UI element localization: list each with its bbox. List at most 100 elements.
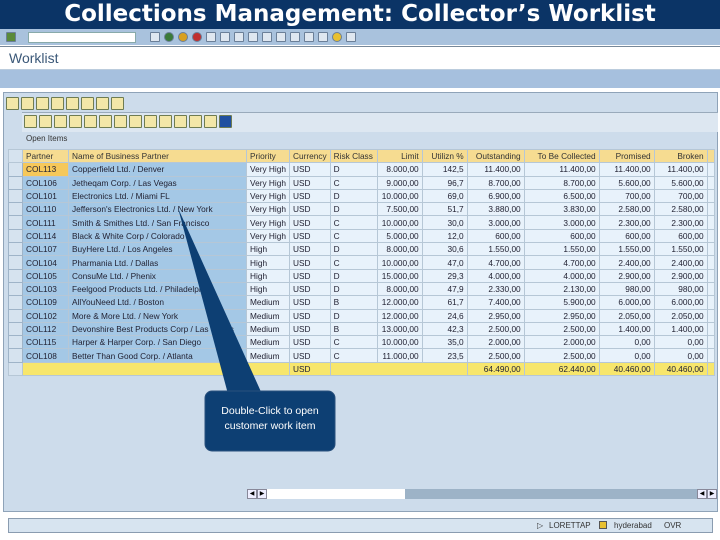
table-cell[interactable]: 2.400,00	[653, 255, 708, 270]
table-cell[interactable]: 10.000,00	[376, 255, 423, 270]
table-cell[interactable]: 1.550,00	[598, 242, 655, 257]
details-icon[interactable]	[36, 97, 49, 110]
table-cell[interactable]: 2.500,00	[466, 348, 525, 363]
command-field[interactable]	[28, 31, 136, 43]
table-cell[interactable]: D	[329, 202, 378, 217]
table-cell[interactable]: 2.000,00	[523, 335, 600, 350]
table-cell[interactable]: 0,00	[598, 335, 655, 350]
table-cell[interactable]: 5.000,00	[376, 228, 423, 244]
graphic-icon[interactable]	[204, 115, 217, 128]
table-cell[interactable]: COL104	[22, 255, 69, 270]
table-cell[interactable]: 1.400,00	[653, 321, 708, 337]
table-cell[interactable]: 2.900,00	[598, 268, 655, 283]
find-icon[interactable]	[220, 32, 230, 42]
table-row[interactable]: COL102 More & More Ltd. / New York Medium U…	[8, 308, 715, 323]
table-cell[interactable]: USD	[289, 348, 331, 363]
column-header[interactable]: Name of Business Partner	[68, 148, 247, 164]
table-cell[interactable]: 2.500,00	[523, 321, 600, 337]
table-cell[interactable]: 2.400,00	[598, 255, 655, 270]
table-cell[interactable]: 8.000,00	[376, 242, 423, 257]
session-icon[interactable]	[599, 521, 607, 529]
table-cell[interactable]: 2.500,00	[523, 348, 600, 363]
table-cell[interactable]: 8.700,00	[466, 175, 525, 190]
table-cell[interactable]: 12.000,00	[376, 308, 423, 323]
table-cell[interactable]: C	[329, 348, 378, 363]
table-cell[interactable]: COL105	[22, 268, 69, 283]
table-cell[interactable]: 11.400,00	[466, 162, 525, 177]
doc-icon[interactable]	[96, 97, 109, 110]
table-cell[interactable]: 11.000,00	[376, 348, 423, 363]
table-cell[interactable]: Medium	[246, 308, 290, 323]
table-cell[interactable]: COL103	[22, 281, 69, 297]
table-cell[interactable]: 69,0	[421, 188, 468, 204]
table-cell[interactable]: 61,7	[421, 295, 468, 310]
print-icon[interactable]	[206, 32, 216, 42]
views-icon[interactable]	[159, 115, 172, 128]
table-cell[interactable]: 980,00	[653, 281, 708, 297]
table-cell[interactable]: 8.000,00	[376, 281, 423, 297]
table-cell[interactable]: USD	[289, 281, 331, 297]
table-cell[interactable]: USD	[289, 162, 331, 177]
table-cell[interactable]: High	[246, 268, 290, 283]
table-cell[interactable]: 2.300,00	[653, 215, 708, 230]
table-cell[interactable]: COL114	[22, 228, 69, 244]
table-cell[interactable]: 5.600,00	[653, 175, 708, 190]
table-cell[interactable]: 5.600,00	[598, 175, 655, 190]
table-cell[interactable]: USD	[289, 242, 331, 257]
column-header[interactable]: To Be Collected	[523, 148, 600, 164]
table-cell[interactable]: Black & White Corp / Colorado	[68, 228, 247, 244]
table-cell[interactable]: 23,5	[421, 348, 468, 363]
table-cell[interactable]: D	[329, 281, 378, 297]
table-cell[interactable]: Copperfield Ltd. / Denver	[68, 162, 247, 177]
table-cell[interactable]: 1.550,00	[466, 242, 525, 257]
scroll-right-icon[interactable]: ▶	[257, 489, 267, 499]
row-selector[interactable]	[8, 215, 23, 230]
table-cell[interactable]: Medium	[246, 295, 290, 310]
table-cell[interactable]: USD	[289, 255, 331, 270]
cancel-icon[interactable]	[192, 32, 202, 42]
table-cell[interactable]: D	[329, 188, 378, 204]
table-cell[interactable]: USD	[289, 215, 331, 230]
table-cell[interactable]: COL111	[22, 215, 69, 230]
column-header[interactable]: Promised	[598, 148, 655, 164]
row-selector[interactable]	[8, 348, 23, 363]
table-cell[interactable]: 3.830,00	[523, 202, 600, 217]
table-cell[interactable]: 4.000,00	[466, 268, 525, 283]
scroll-left-icon[interactable]: ◀	[247, 489, 257, 499]
prev-page-icon[interactable]	[262, 32, 272, 42]
print-icon[interactable]	[21, 97, 34, 110]
table-cell[interactable]: USD	[289, 321, 331, 337]
table-cell[interactable]: C	[329, 175, 378, 190]
layout-icon[interactable]	[51, 97, 64, 110]
table-cell[interactable]: 6.000,00	[598, 295, 655, 310]
new-session-icon[interactable]	[304, 32, 314, 42]
table-row[interactable]: COL110 Jefferson's Electronics Ltd. / New…	[8, 202, 715, 217]
table-cell[interactable]: 11.400,00	[598, 162, 655, 177]
table-cell[interactable]: USD	[289, 202, 331, 217]
table-cell[interactable]: 10.000,00	[376, 215, 423, 230]
row-selector[interactable]	[8, 295, 23, 310]
table-cell[interactable]: 12.000,00	[376, 295, 423, 310]
table-cell[interactable]: D	[329, 268, 378, 283]
help-icon[interactable]	[332, 32, 342, 42]
table-cell[interactable]: 4.700,00	[523, 255, 600, 270]
row-selector[interactable]	[8, 308, 23, 323]
table-cell[interactable]: 700,00	[598, 188, 655, 204]
refresh-icon[interactable]	[6, 97, 19, 110]
table-cell[interactable]: 3.000,00	[466, 215, 525, 230]
table-cell[interactable]: COL107	[22, 242, 69, 257]
table-cell[interactable]: 700,00	[653, 188, 708, 204]
table-cell[interactable]: 6.000,00	[653, 295, 708, 310]
table-cell[interactable]: Pharmania Ltd. / Dallas	[68, 255, 247, 270]
column-header[interactable]: Outstanding	[466, 148, 525, 164]
table-cell[interactable]: 2.050,00	[598, 308, 655, 323]
find-next-icon[interactable]	[234, 32, 244, 42]
layout-icon[interactable]	[189, 115, 202, 128]
table-cell[interactable]: 142,5	[421, 162, 468, 177]
table-cell[interactable]: Very High	[246, 228, 290, 244]
table-row[interactable]: COL111 Smith & Smithes Ltd. / San Francis…	[8, 215, 715, 230]
subtotal-icon[interactable]	[129, 115, 142, 128]
print-preview-icon[interactable]	[144, 115, 157, 128]
row-selector[interactable]	[8, 281, 23, 297]
select-all-icon[interactable]	[8, 148, 23, 164]
